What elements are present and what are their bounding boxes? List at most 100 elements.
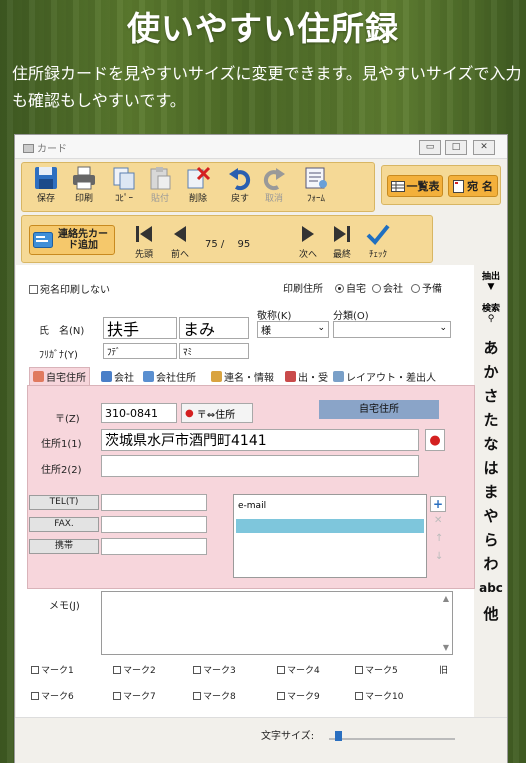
prev-button[interactable]: 前へ <box>165 221 195 260</box>
address2-label: 住所2(2) <box>41 465 82 476</box>
add-email-button[interactable]: + <box>430 496 446 512</box>
addressee-button[interactable]: 宛 名 <box>448 175 498 197</box>
scroll-up-icon[interactable]: ▲ <box>443 594 449 603</box>
tab-home-address[interactable]: 自宅住所 <box>29 367 90 385</box>
slider-track <box>329 738 455 740</box>
index-ka[interactable]: か <box>475 361 507 382</box>
index-other[interactable]: 他 <box>475 603 507 624</box>
tab-joint-info[interactable]: 連名・情報 <box>211 367 274 385</box>
index-sa[interactable]: さ <box>475 385 507 406</box>
index-ha[interactable]: は <box>475 457 507 478</box>
add-contact-button[interactable]: 連絡先カード追加 <box>29 225 115 255</box>
kana-index: 抽出 ▼ 検索 ⚲ あ か さ た な は ま や ら わ abc 他 <box>475 265 507 725</box>
people-icon <box>211 370 222 382</box>
minimize-button[interactable]: ▭ <box>419 140 441 155</box>
no-print-checkbox[interactable]: 宛名印刷しない <box>29 281 110 296</box>
search-icon: ⚲ <box>487 314 495 324</box>
copy-button[interactable]: ｺﾋﾟｰ <box>107 165 141 204</box>
postcard-icon <box>453 179 465 193</box>
move-down-icon[interactable]: ↓ <box>435 551 443 562</box>
list-view-button[interactable]: 一覧表 <box>387 175 443 197</box>
scroll-down-icon[interactable]: ▼ <box>443 643 449 652</box>
index-wa[interactable]: わ <box>475 553 507 574</box>
paste-button[interactable]: 貼付 <box>143 165 177 204</box>
last-name-field[interactable]: 扶手 <box>103 317 177 339</box>
slider-thumb[interactable] <box>335 731 342 741</box>
index-na[interactable]: な <box>475 433 507 454</box>
index-ma[interactable]: ま <box>475 481 507 502</box>
tab-send-receive[interactable]: 出・受 <box>285 367 328 385</box>
save-button[interactable]: 保存 <box>29 165 63 204</box>
company-address-icon <box>143 370 154 382</box>
index-ra[interactable]: ら <box>475 529 507 550</box>
mark-4[interactable]: マーク4 <box>277 663 320 676</box>
mark-9[interactable]: マーク9 <box>277 689 320 702</box>
mark-8[interactable]: マーク8 <box>193 689 236 702</box>
mark-5[interactable]: マーク5 <box>355 663 398 676</box>
check-button[interactable]: ﾁｪｯｸ <box>363 221 393 260</box>
last-icon <box>334 226 350 242</box>
tab-company[interactable]: 会社 <box>101 367 134 385</box>
print-address-label: 印刷住所 <box>283 284 323 295</box>
address2-field[interactable] <box>101 455 419 477</box>
undo-button[interactable]: 戻す <box>223 165 257 204</box>
tel-field[interactable] <box>101 494 207 511</box>
mark-3[interactable]: マーク3 <box>193 663 236 676</box>
extract-button[interactable]: 抽出 ▼ <box>475 269 507 292</box>
building-icon <box>101 370 112 382</box>
memo-label: メモ(J) <box>49 601 80 612</box>
record-position: 75 / 95 <box>205 239 251 250</box>
first-button[interactable]: 先頭 <box>129 221 159 260</box>
print-option-spare[interactable]: 予備 <box>411 280 442 295</box>
headline: 使いやすい住所録 <box>127 9 399 48</box>
contact-card-icon <box>33 232 53 248</box>
font-size-slider[interactable] <box>329 729 455 743</box>
redo-icon <box>263 168 285 191</box>
zip-convert-button[interactable]: ● 〒⇔住所 <box>181 403 253 423</box>
window-titlebar: カード ▭ □ ✕ <box>15 135 507 159</box>
category-select[interactable]: ⌄ <box>333 321 451 338</box>
delete-button[interactable]: 削除 <box>181 165 215 204</box>
name-label: 氏 名(N) <box>39 326 85 337</box>
email-list[interactable]: e-mail <box>233 494 427 578</box>
email-selected-row[interactable] <box>236 519 424 533</box>
mark-6[interactable]: マーク6 <box>31 689 74 702</box>
index-ta[interactable]: た <box>475 409 507 430</box>
form-button[interactable]: ﾌｫｰﾑ <box>299 165 333 204</box>
memo-field[interactable]: ▲ ▼ <box>101 591 453 655</box>
mark-2[interactable]: マーク2 <box>113 663 156 676</box>
remove-email-icon[interactable]: ✕ <box>434 515 442 526</box>
move-up-icon[interactable]: ↑ <box>435 533 443 544</box>
last-button[interactable]: 最終 <box>327 221 357 260</box>
search-button[interactable]: 検索 ⚲ <box>475 301 507 324</box>
map-pin-button[interactable]: ● <box>425 429 445 451</box>
print-option-company[interactable]: 会社 <box>372 280 403 295</box>
mobile-field[interactable] <box>101 538 207 555</box>
mark-1[interactable]: マーク1 <box>31 663 74 676</box>
cancel-button[interactable]: 取消 <box>257 165 291 204</box>
index-a[interactable]: あ <box>475 337 507 358</box>
maximize-button[interactable]: □ <box>445 140 467 155</box>
index-abc[interactable]: abc <box>475 581 507 595</box>
last-kana-field[interactable]: ﾌﾃﾞ <box>103 343 177 359</box>
mark-10[interactable]: マーク10 <box>355 689 403 702</box>
first-kana-field[interactable]: ﾏﾐ <box>179 343 249 359</box>
print-option-home[interactable]: 自宅 <box>335 280 366 295</box>
tab-layout-sender[interactable]: レイアウト・差出人 <box>333 367 436 385</box>
window-title: カード <box>37 144 67 155</box>
undo-icon <box>229 168 251 191</box>
mark-7[interactable]: マーク7 <box>113 689 156 702</box>
tab-company-address[interactable]: 会社住所 <box>143 367 196 385</box>
address1-field[interactable]: 茨城県水戸市酒門町4141 <box>101 429 419 451</box>
fax-field[interactable] <box>101 516 207 533</box>
print-button[interactable]: 印刷 <box>67 165 101 204</box>
prev-icon <box>174 226 186 242</box>
honorific-select[interactable]: 様 ⌄ <box>257 321 329 338</box>
close-button[interactable]: ✕ <box>473 140 495 155</box>
index-ya[interactable]: や <box>475 505 507 526</box>
form-icon <box>305 167 327 189</box>
first-name-field[interactable]: まみ <box>179 317 249 339</box>
zip-field[interactable]: 310-0841 <box>101 403 177 423</box>
chevron-down-icon: ⌄ <box>317 323 325 333</box>
next-button[interactable]: 次へ <box>293 221 323 260</box>
